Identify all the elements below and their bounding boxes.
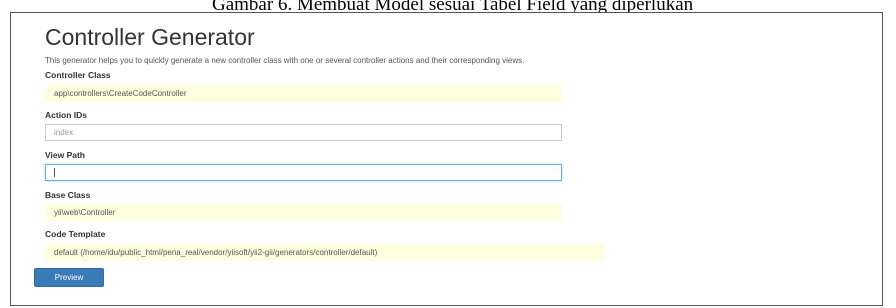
base-class-label: Base Class [45,190,91,200]
controller-class-label: Controller Class [45,70,111,80]
generator-panel: Controller Generator This generator help… [10,12,883,306]
generator-description: This generator helps you to quickly gene… [45,56,525,65]
view-path-label: View Path [45,150,85,160]
screenshot-page: Gambar 6. Membuat Model sesuai Tabel Fie… [0,0,896,308]
code-template-label: Code Template [45,229,106,239]
view-path-input[interactable] [45,164,562,181]
page-title: Controller Generator [45,24,255,50]
base-class-input[interactable]: yii\web\Controller [45,204,562,221]
action-ids-input[interactable]: index [45,124,562,141]
controller-class-input[interactable]: app\controllers\CreateCodeController [45,85,562,102]
text-cursor [54,168,55,178]
action-ids-label: Action IDs [45,110,88,120]
code-template-select[interactable]: default (/home/idu/public_html/pena_real… [45,244,605,261]
preview-button[interactable]: Preview [34,268,104,287]
